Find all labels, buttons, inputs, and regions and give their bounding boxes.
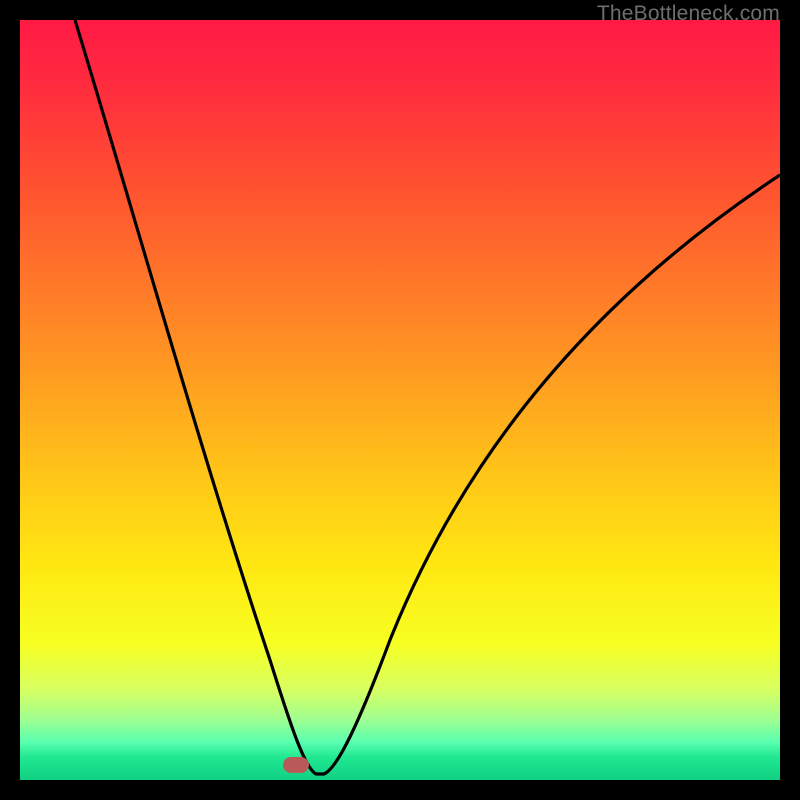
watermark-text: TheBottleneck.com: [597, 2, 780, 26]
chart-frame: TheBottleneck.com: [0, 0, 800, 800]
gradient-plot-area: [20, 20, 780, 780]
